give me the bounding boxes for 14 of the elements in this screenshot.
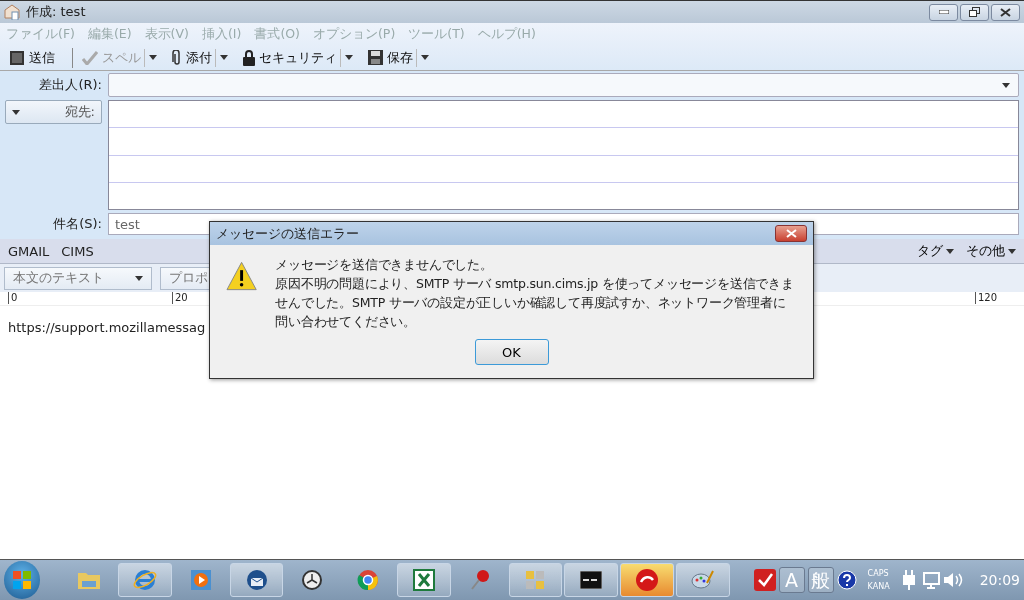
- error-detail: 原因不明の問題により、SMTP サーバ smtp.sun.cims.jp を使ってメッセージを送信できませんでした。SMTP サーバの設定が正しいか確認して再度試すか、ネットワーク管理者に問い合わせてください。: [275, 275, 795, 331]
- body-text: https://support.mozillamessag: [8, 320, 206, 335]
- dialog-title: メッセージの送信エラー: [216, 224, 359, 243]
- error-message: メッセージを送信できませんでした。: [275, 256, 494, 274]
- identity-label: CIMS: [61, 243, 94, 259]
- kana-indicator: KANA: [867, 581, 890, 593]
- field-label: 件名(S):: [52, 215, 102, 233]
- window-title: 作成: test: [26, 3, 87, 21]
- ruler-label: 20: [172, 292, 188, 304]
- caps-indicator: CAPS: [867, 568, 890, 580]
- field-label: 差出人(R):: [38, 76, 102, 94]
- ruler-label: 120: [975, 292, 998, 304]
- ruler-label: 0: [8, 292, 18, 304]
- identity-label: GMAIL: [8, 243, 50, 259]
